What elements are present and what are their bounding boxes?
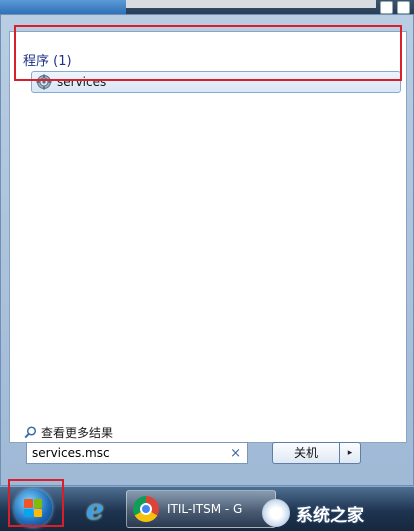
chrome-taskbar-button[interactable]: ITIL-ITSM - G (126, 490, 276, 528)
shutdown-button[interactable]: 关机 (272, 442, 340, 464)
search-input[interactable] (27, 445, 224, 461)
chrome-task-label: ITIL-ITSM - G (167, 502, 243, 516)
shutdown-options-arrow-icon[interactable]: ▸ (339, 442, 361, 464)
start-menu: 程序 (1) services 查看更多结果 (0, 14, 414, 486)
see-more-results-link[interactable]: 查看更多结果 (24, 424, 113, 441)
internet-explorer-icon: e (86, 492, 104, 526)
clear-search-icon[interactable]: × (230, 446, 241, 461)
window-control-icon[interactable] (380, 1, 393, 14)
result-highlight-annotation (14, 25, 402, 81)
window-title-area (126, 0, 376, 8)
window-tab (0, 0, 126, 14)
search-results-pane: 程序 (1) services 查看更多结果 (9, 31, 407, 443)
start-search-box[interactable]: × (26, 442, 248, 464)
chrome-icon (133, 496, 159, 522)
window-control-icon[interactable] (397, 1, 410, 14)
internet-explorer-taskbar-button[interactable]: e (72, 490, 118, 528)
watermark-logo-icon (262, 499, 290, 527)
magnifier-icon (24, 426, 37, 439)
start-button-highlight-annotation (8, 479, 64, 527)
watermark: 系统之家 (262, 496, 414, 530)
see-more-results-label: 查看更多结果 (41, 426, 114, 440)
watermark-text: 系统之家 (296, 505, 364, 526)
